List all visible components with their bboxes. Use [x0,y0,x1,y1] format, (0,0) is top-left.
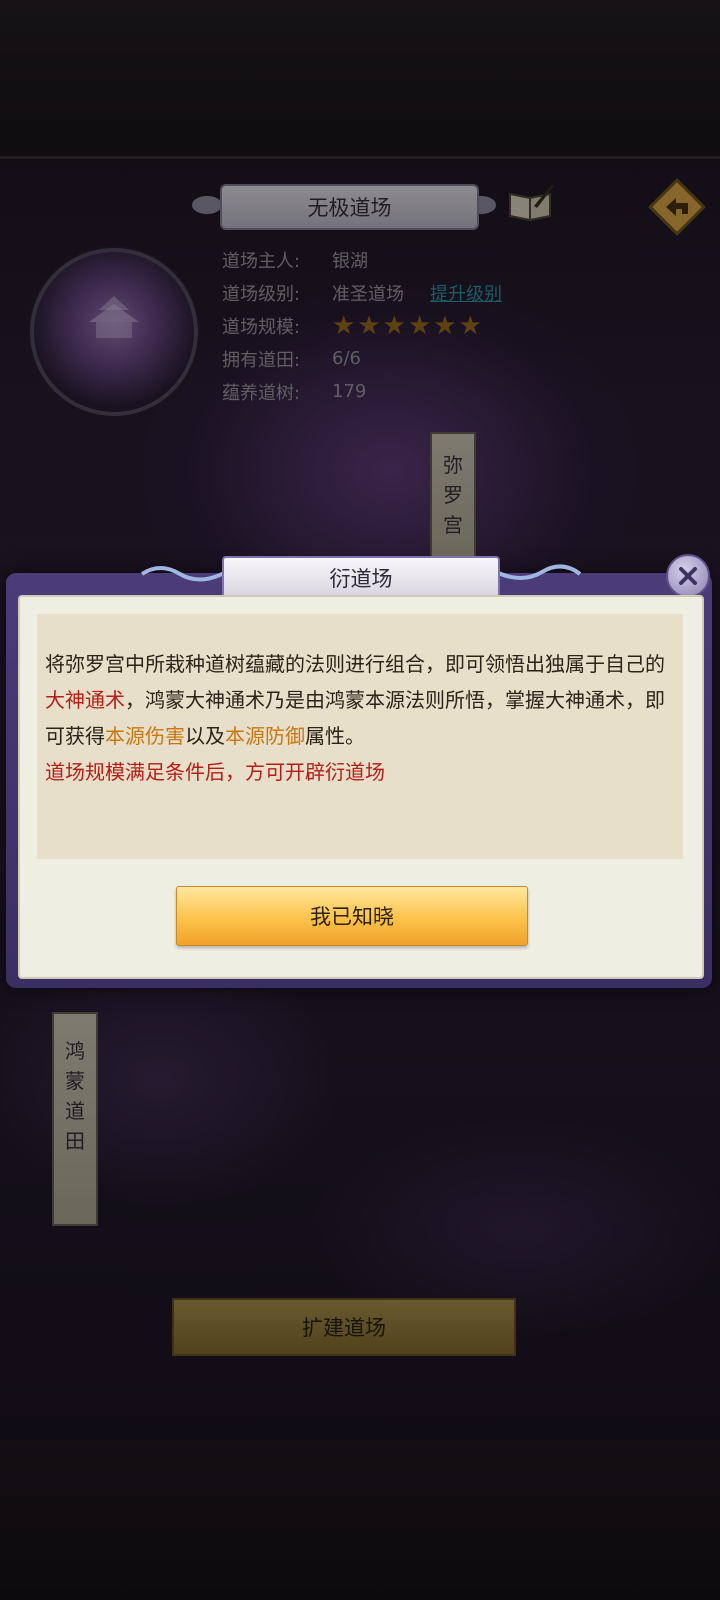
dialog-ornament-left [140,566,227,582]
desc-text-4: 属性。 [305,724,365,748]
desc-highlight-damage: 本源伤害 [105,724,185,748]
desc-highlight-defense: 本源防御 [225,724,305,748]
dialog-warning: 道场规模满足条件后，方可开辟衍道场 [45,760,385,784]
dialog-description: 将弥罗宫中所栽种道树蕴藏的法则进行组合，即可领悟出独属于自己的大神通术，鸿蒙大神… [45,646,681,790]
dialog-ornament-right [495,564,582,580]
desc-highlight-skill: 大神通术 [45,688,125,712]
desc-text-1: 将弥罗宫中所栽种道树蕴藏的法则进行组合，即可领悟出独属于自己的 [45,652,665,676]
dialog-title: 衍道场 [329,567,393,591]
dialog-title-plate: 衍道场 [222,556,500,600]
close-icon[interactable] [666,554,710,598]
confirm-button[interactable]: 我已知晓 [176,886,528,946]
confirm-button-label: 我已知晓 [310,905,394,929]
desc-text-3: 以及 [185,724,225,748]
